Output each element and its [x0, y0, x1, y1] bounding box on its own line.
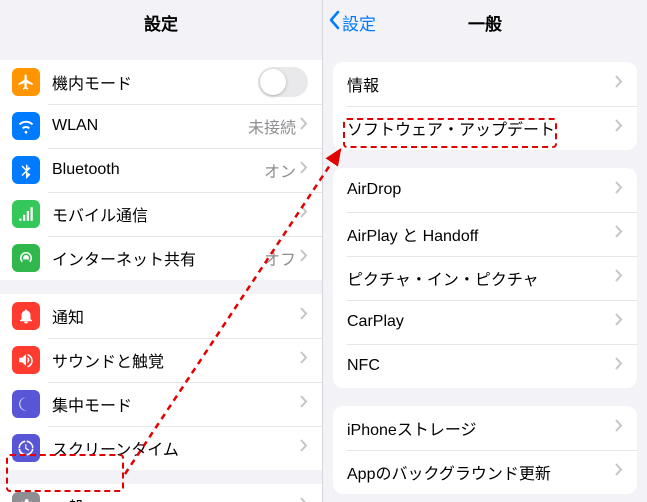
sounds-icon — [12, 346, 40, 374]
right-header: 設定 一般 — [323, 0, 647, 44]
chevron-right-icon — [300, 395, 308, 413]
settings-root-panel: 設定 機内モードWLAN未接続Bluetoothオンモバイル通信インターネット共… — [0, 0, 323, 502]
settings-row-hotspot[interactable]: インターネット共有オフ — [0, 236, 322, 280]
general-row[interactable]: CarPlay — [333, 300, 637, 344]
row-label: モバイル通信 — [52, 202, 300, 226]
row-label: インターネット共有 — [52, 246, 264, 270]
row-label: 一般 — [52, 494, 300, 502]
notifications-icon — [12, 302, 40, 330]
airplane-icon — [12, 68, 40, 96]
cellular-icon — [12, 200, 40, 228]
general-row[interactable]: Appのバックグラウンド更新 — [333, 450, 637, 494]
settings-row-focus[interactable]: 集中モード — [0, 382, 322, 426]
chevron-right-icon — [615, 225, 623, 243]
settings-row-sounds[interactable]: サウンドと触覚 — [0, 338, 322, 382]
settings-group: 一般 — [0, 484, 322, 502]
focus-icon — [12, 390, 40, 418]
row-detail: オン — [264, 158, 296, 182]
general-group: AirDrop AirPlay と Handoff ピクチャ・イン・ピクチャ CarP… — [333, 168, 637, 388]
row-label: Bluetooth — [52, 161, 264, 179]
settings-row-bluetooth[interactable]: Bluetoothオン — [0, 148, 322, 192]
chevron-left-icon — [329, 10, 341, 34]
chevron-right-icon — [300, 161, 308, 179]
settings-row-airplane[interactable]: 機内モード — [0, 60, 322, 104]
chevron-right-icon — [300, 497, 308, 502]
general-row[interactable]: ピクチャ・イン・ピクチャ — [333, 256, 637, 300]
chevron-right-icon — [615, 75, 623, 93]
left-title: 設定 — [144, 10, 178, 35]
general-row[interactable]: AirPlay と Handoff — [333, 212, 637, 256]
settings-row-notifications[interactable]: 通知 — [0, 294, 322, 338]
chevron-right-icon — [300, 249, 308, 267]
general-row[interactable]: iPhoneストレージ — [333, 406, 637, 450]
chevron-right-icon — [615, 181, 623, 199]
settings-group: 機内モードWLAN未接続Bluetoothオンモバイル通信インターネット共有オフ — [0, 60, 322, 280]
chevron-right-icon — [615, 269, 623, 287]
bluetooth-icon — [12, 156, 40, 184]
back-label: 設定 — [342, 10, 376, 35]
chevron-right-icon — [300, 307, 308, 325]
chevron-right-icon — [300, 205, 308, 223]
row-detail: 未接続 — [248, 114, 296, 138]
row-label: ピクチャ・イン・ピクチャ — [347, 266, 615, 290]
screentime-icon — [12, 434, 40, 462]
settings-row-cellular[interactable]: モバイル通信 — [0, 192, 322, 236]
row-label: サウンドと触覚 — [52, 348, 300, 372]
hotspot-icon — [12, 244, 40, 272]
chevron-right-icon — [615, 313, 623, 331]
general-group: 情報ソフトウェア・アップデート — [333, 62, 637, 150]
chevron-right-icon — [300, 117, 308, 135]
toggle-switch[interactable] — [258, 67, 308, 97]
row-label: CarPlay — [347, 313, 615, 331]
settings-row-general[interactable]: 一般 — [0, 484, 322, 502]
row-label: Appのバックグラウンド更新 — [347, 460, 615, 484]
row-detail: オフ — [264, 246, 296, 270]
row-label: 通知 — [52, 304, 300, 328]
general-icon — [12, 492, 40, 502]
general-detail-panel: 設定 一般 情報ソフトウェア・アップデート AirDrop AirPlay と Ha… — [323, 0, 647, 502]
row-label: AirPlay と Handoff — [347, 222, 615, 246]
row-label: スクリーンタイム — [52, 436, 300, 460]
back-button[interactable]: 設定 — [329, 0, 376, 44]
row-label: 情報 — [347, 72, 615, 96]
chevron-right-icon — [300, 351, 308, 369]
wifi-icon — [12, 112, 40, 140]
general-row[interactable]: 情報 — [333, 62, 637, 106]
general-row[interactable]: ソフトウェア・アップデート — [333, 106, 637, 150]
row-label: 機内モード — [52, 70, 258, 94]
chevron-right-icon — [300, 439, 308, 457]
settings-row-screentime[interactable]: スクリーンタイム — [0, 426, 322, 470]
chevron-right-icon — [615, 419, 623, 437]
general-row[interactable]: NFC — [333, 344, 637, 388]
general-row[interactable]: AirDrop — [333, 168, 637, 212]
settings-row-wifi[interactable]: WLAN未接続 — [0, 104, 322, 148]
row-label: 集中モード — [52, 392, 300, 416]
left-header: 設定 — [0, 0, 322, 44]
row-label: iPhoneストレージ — [347, 416, 615, 440]
row-label: WLAN — [52, 117, 248, 135]
row-label: ソフトウェア・アップデート — [347, 116, 615, 140]
row-label: NFC — [347, 357, 615, 375]
row-label: AirDrop — [347, 181, 615, 199]
settings-group: 通知サウンドと触覚集中モードスクリーンタイム — [0, 294, 322, 470]
chevron-right-icon — [615, 119, 623, 137]
chevron-right-icon — [615, 357, 623, 375]
general-group: iPhoneストレージ Appのバックグラウンド更新 — [333, 406, 637, 494]
chevron-right-icon — [615, 463, 623, 481]
right-title: 一般 — [468, 10, 502, 35]
